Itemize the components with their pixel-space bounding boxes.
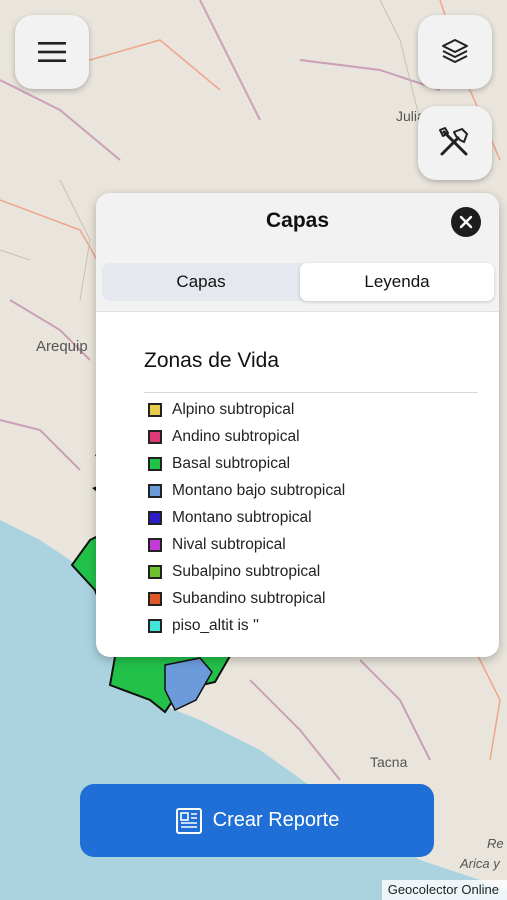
close-icon bbox=[459, 215, 473, 229]
legend-swatch bbox=[148, 456, 162, 471]
legend-swatch bbox=[148, 564, 162, 579]
legend-item: Basal subtropical bbox=[148, 450, 345, 477]
legend-item: Alpino subtropical bbox=[148, 396, 345, 423]
legend-label: Alpino subtropical bbox=[172, 400, 295, 418]
map-label-arequipa: Arequip bbox=[36, 338, 88, 355]
legend-item: Andino subtropical bbox=[148, 423, 345, 450]
report-document-icon bbox=[175, 807, 202, 834]
legend-item: Montano subtropical bbox=[148, 504, 345, 531]
layers-panel: Capas Capas Leyenda Zonas de Vida Alpino… bbox=[96, 193, 499, 657]
legend-divider bbox=[144, 392, 478, 393]
legend-label: piso_altit is '' bbox=[172, 616, 259, 634]
panel-title: Capas bbox=[265, 209, 330, 232]
tools-icon bbox=[439, 127, 468, 156]
legend-list: Alpino subtropical Andino subtropical Ba… bbox=[148, 396, 345, 639]
create-report-label: Crear Reporte bbox=[212, 809, 340, 831]
legend-label: Andino subtropical bbox=[172, 427, 300, 445]
legend-item: piso_altit is '' bbox=[148, 612, 345, 639]
legend-item: Nival subtropical bbox=[148, 531, 345, 558]
panel-tabs: Capas Leyenda bbox=[102, 263, 494, 301]
map-label-tacna: Tacna bbox=[370, 754, 408, 770]
map-label-arica: Arica y bbox=[460, 856, 500, 871]
close-button[interactable] bbox=[451, 207, 481, 237]
legend-label: Montano subtropical bbox=[172, 508, 312, 526]
legend-swatch bbox=[148, 537, 162, 552]
legend-swatch bbox=[148, 591, 162, 606]
legend-label: Nival subtropical bbox=[172, 535, 286, 553]
legend-swatch bbox=[148, 510, 162, 525]
menu-button[interactable] bbox=[15, 15, 89, 89]
legend-swatch bbox=[148, 618, 162, 633]
legend-swatch bbox=[148, 429, 162, 444]
tab-leyenda[interactable]: Leyenda bbox=[300, 263, 494, 301]
legend-title: Zonas de Vida bbox=[144, 349, 280, 372]
legend-item: Montano bajo subtropical bbox=[148, 477, 345, 504]
layers-icon bbox=[442, 39, 468, 63]
legend-label: Basal subtropical bbox=[172, 454, 291, 472]
tools-button[interactable] bbox=[418, 106, 492, 180]
legend-label: Montano bajo subtropical bbox=[172, 481, 346, 499]
legend-swatch bbox=[148, 483, 162, 498]
layers-button[interactable] bbox=[418, 15, 492, 89]
legend-item: Subandino subtropical bbox=[148, 585, 345, 612]
create-report-button[interactable]: Crear Reporte bbox=[80, 784, 434, 857]
tab-capas[interactable]: Capas bbox=[102, 263, 300, 301]
legend-label: Subalpino subtropical bbox=[172, 562, 321, 580]
legend-label: Subandino subtropical bbox=[172, 589, 326, 607]
map-label-region: Re bbox=[487, 836, 504, 851]
legend-swatch bbox=[148, 402, 162, 417]
legend-item: Subalpino subtropical bbox=[148, 558, 345, 585]
hamburger-icon bbox=[38, 42, 66, 62]
map-attribution: Geocolector Online bbox=[381, 880, 507, 900]
